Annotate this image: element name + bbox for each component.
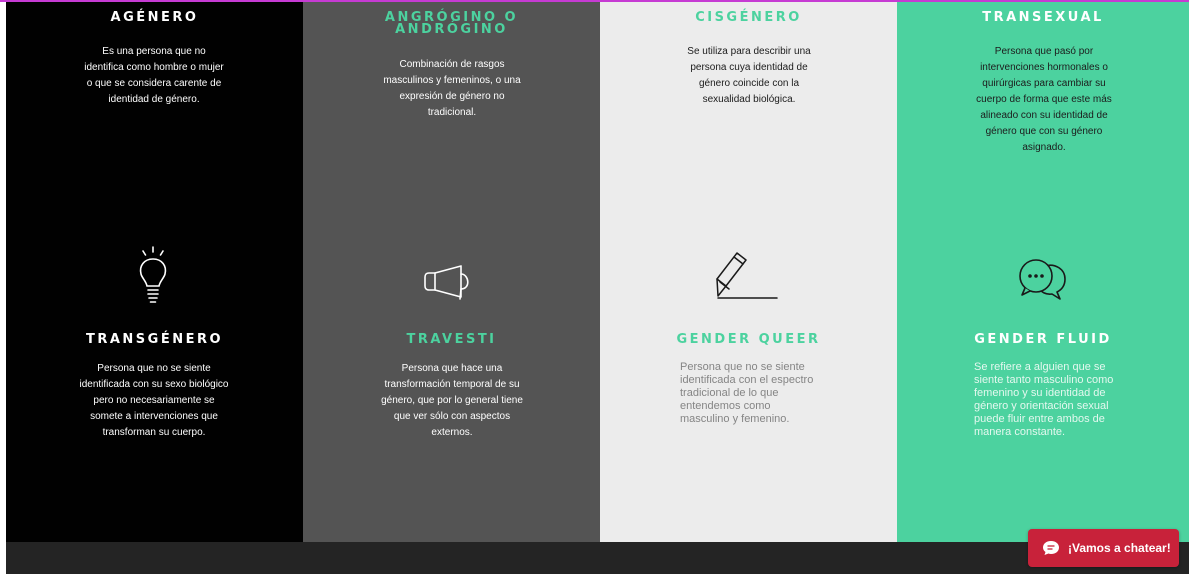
column-transexual: TRANSEXUAL Persona que pasó por interven… — [897, 2, 1189, 542]
desc-transexual: Persona que pasó por intervenciones horm… — [976, 46, 1112, 153]
desc-transgenero: Persona que no se siente identificada co… — [79, 363, 229, 438]
title-cisgenero: CISGÉNERO — [695, 10, 802, 25]
pencil-icon — [715, 251, 781, 303]
title-gender-queer: GENDER QUEER — [676, 332, 821, 347]
column-cisgenero: CISGÉNERO Se utiliza para describir una … — [600, 2, 897, 542]
desc-androgino: Combinación de rasgos masculinos y femen… — [383, 59, 521, 118]
column-agenero: AGÉNERO Es una persona que no identifica… — [6, 2, 303, 542]
title-transgenero: TRANSGÉNERO — [85, 332, 224, 347]
title-transexual: TRANSEXUAL — [982, 10, 1104, 25]
chat-button-label: ¡Vamos a chatear! — [1068, 541, 1171, 555]
lightbulb-icon — [134, 246, 172, 304]
chat-icon — [1043, 541, 1059, 555]
title-agenero: AGÉNERO — [110, 10, 199, 25]
title-androgino: ANGRÓGINO O ANDRÓGINO — [384, 10, 519, 37]
desc-travesti: Persona que hace una transformación temp… — [381, 363, 523, 438]
footer-bar — [6, 542, 1189, 574]
desc-agenero: Es una persona que no identifica como ho… — [84, 46, 224, 105]
desc-cisgenero: Se utiliza para describir una persona cu… — [687, 46, 811, 105]
desc-gender-fluid: Se refiere a alguien que se siente tanto… — [974, 361, 1114, 438]
chat-button[interactable]: ¡Vamos a chatear! — [1028, 529, 1179, 567]
chat-bubbles-icon — [1015, 257, 1075, 303]
megaphone-icon — [423, 264, 479, 302]
desc-gender-queer: Persona que no se siente identificada co… — [680, 361, 814, 425]
title-gender-fluid: GENDER FLUID — [974, 332, 1112, 347]
column-androgino: ANGRÓGINO O ANDRÓGINO Combinación de ras… — [303, 2, 600, 542]
title-travesti: TRAVESTI — [406, 332, 497, 347]
